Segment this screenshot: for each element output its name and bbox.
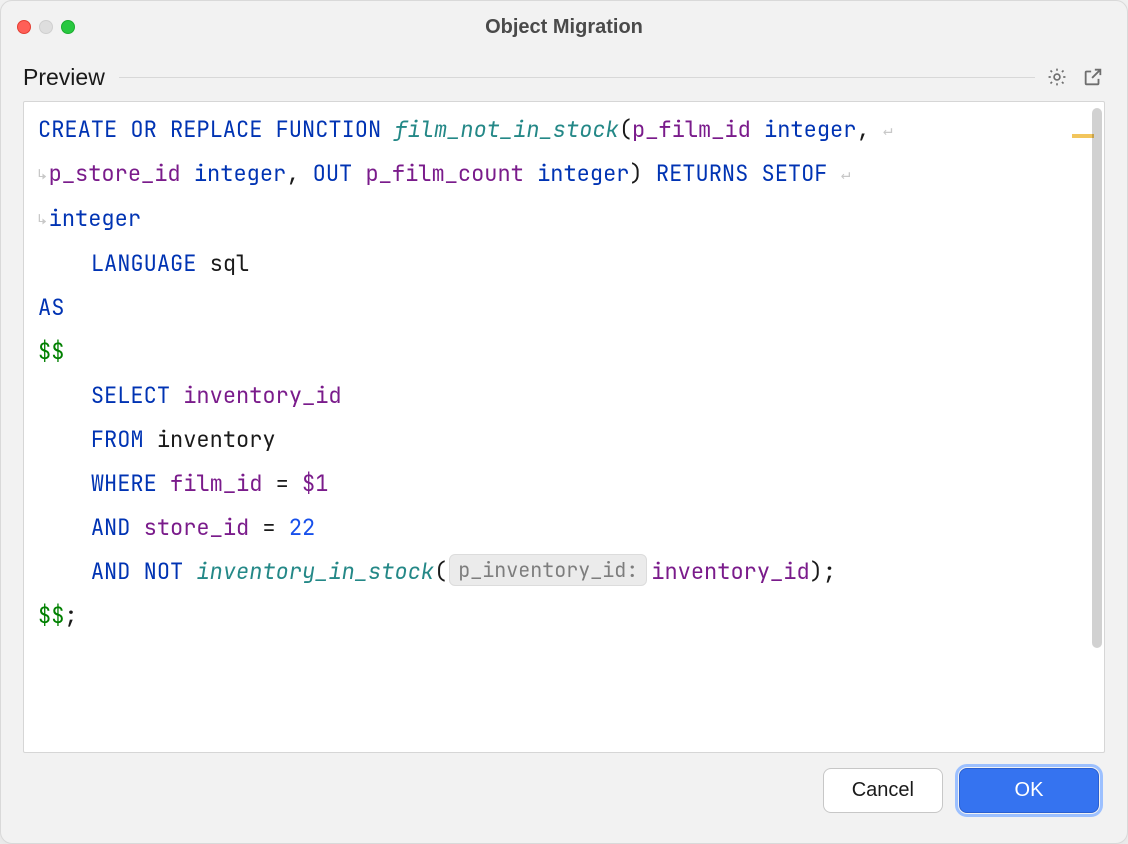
code-preview[interactable]: CREATE OR REPLACE FUNCTION film_not_in_s… — [23, 101, 1105, 753]
section-header: Preview — [23, 53, 1105, 101]
ok-button[interactable]: OK — [959, 768, 1099, 813]
section-divider — [119, 77, 1035, 78]
titlebar: Object Migration — [1, 1, 1127, 53]
gear-icon[interactable] — [1045, 65, 1069, 89]
param-p-store-id: p_store_id — [49, 159, 181, 188]
soft-wrap-icon: ↵ — [883, 119, 893, 140]
continuation-icon: ↳ — [38, 166, 47, 184]
param-p-film-count: p_film_count — [365, 159, 523, 188]
window-controls — [17, 20, 75, 34]
section-title: Preview — [23, 64, 115, 91]
modification-marker — [1072, 134, 1094, 138]
minimize-icon[interactable] — [39, 20, 53, 34]
soft-wrap-icon: ↵ — [841, 163, 851, 184]
section-actions — [1035, 65, 1105, 89]
inlay-hint: p_inventory_id: — [449, 554, 647, 586]
param-p-film-id: p_film_id — [632, 115, 751, 144]
dialog-window: Object Migration Preview — [0, 0, 1128, 844]
popout-icon[interactable] — [1081, 65, 1105, 89]
window-title: Object Migration — [1, 16, 1127, 39]
continuation-icon: ↳ — [38, 211, 47, 229]
content-area: Preview — [1, 53, 1127, 843]
dialog-footer: Cancel OK — [23, 753, 1105, 827]
kw-create: CREATE OR REPLACE FUNCTION — [38, 115, 381, 144]
code-content[interactable]: CREATE OR REPLACE FUNCTION film_not_in_s… — [24, 102, 1104, 644]
fn-name: film_not_in_stock — [394, 115, 618, 144]
close-icon[interactable] — [17, 20, 31, 34]
zoom-icon[interactable] — [61, 20, 75, 34]
scrollbar-thumb[interactable] — [1092, 108, 1102, 648]
cancel-button[interactable]: Cancel — [823, 768, 943, 813]
